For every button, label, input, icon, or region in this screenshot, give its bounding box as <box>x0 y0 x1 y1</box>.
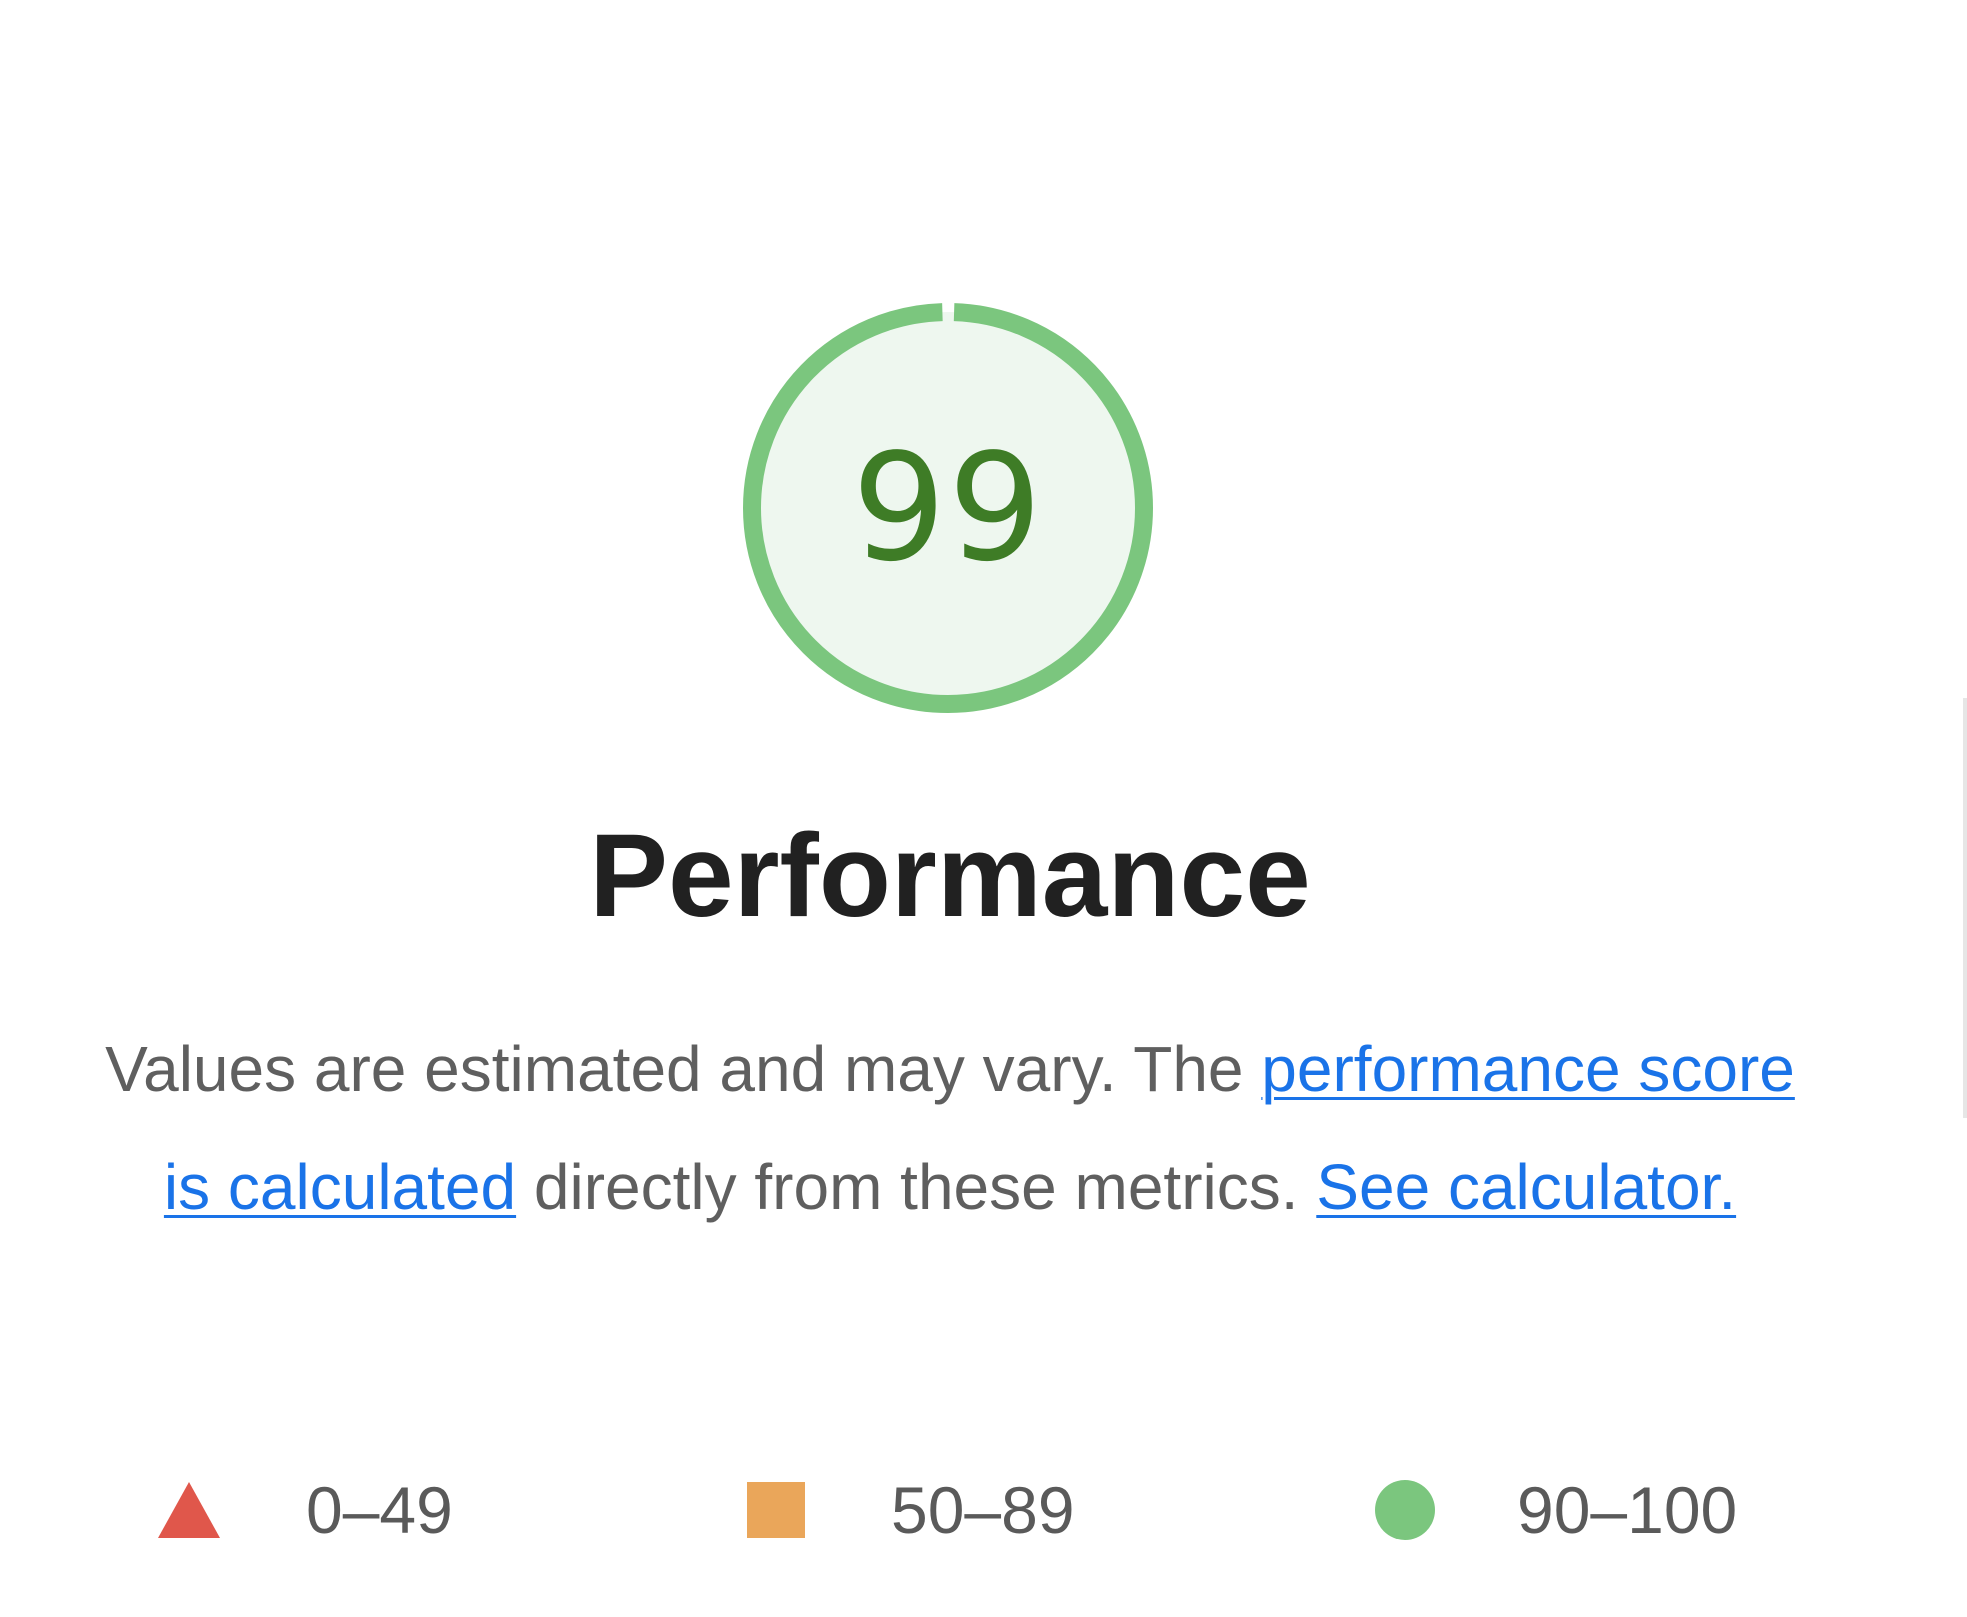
legend-label-fail: 0–49 <box>306 1473 453 1547</box>
performance-score-gauge[interactable]: 99 <box>733 293 1163 723</box>
legend-item-fail: 0–49 <box>158 1465 453 1555</box>
legend-label-average: 50–89 <box>891 1473 1075 1547</box>
scrollbar-edge <box>1963 698 1967 1118</box>
see-calculator-link[interactable]: See calculator. <box>1316 1151 1736 1223</box>
legend-label-pass: 90–100 <box>1517 1473 1738 1547</box>
triangle-fail-icon <box>158 1482 220 1538</box>
performance-report-page: 99 Performance Values are estimated and … <box>0 0 1967 1617</box>
legend-item-pass: 90–100 <box>1375 1465 1737 1555</box>
circle-pass-icon <box>1375 1480 1435 1540</box>
description-text-middle: directly from these metrics. <box>516 1151 1317 1223</box>
category-description: Values are estimated and may vary. The p… <box>100 1010 1800 1246</box>
category-title: Performance <box>589 810 1311 942</box>
legend-item-average: 50–89 <box>747 1465 1075 1555</box>
gauge-score-value: 99 <box>851 422 1045 594</box>
square-average-icon <box>747 1482 805 1538</box>
score-scale-legend: 0–49 50–89 90–100 <box>0 1465 1967 1555</box>
description-text-before: Values are estimated and may vary. The <box>105 1033 1262 1105</box>
